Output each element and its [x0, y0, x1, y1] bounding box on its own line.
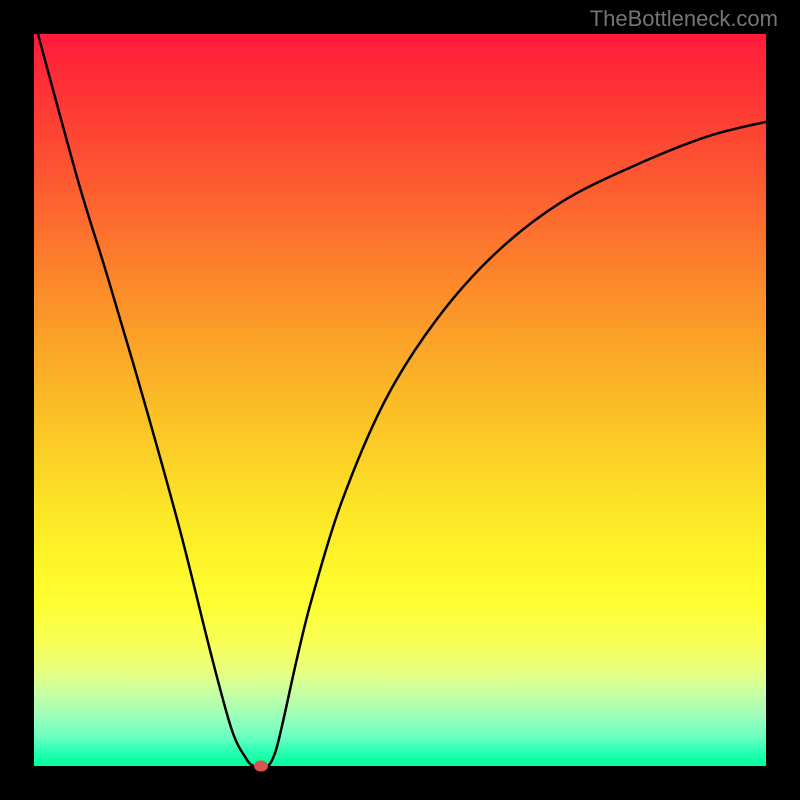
watermark-text: TheBottleneck.com [590, 6, 778, 32]
plot-area [34, 34, 766, 766]
marker-dot [254, 761, 268, 772]
bottleneck-curve-line [34, 34, 766, 766]
curve-svg [34, 34, 766, 766]
